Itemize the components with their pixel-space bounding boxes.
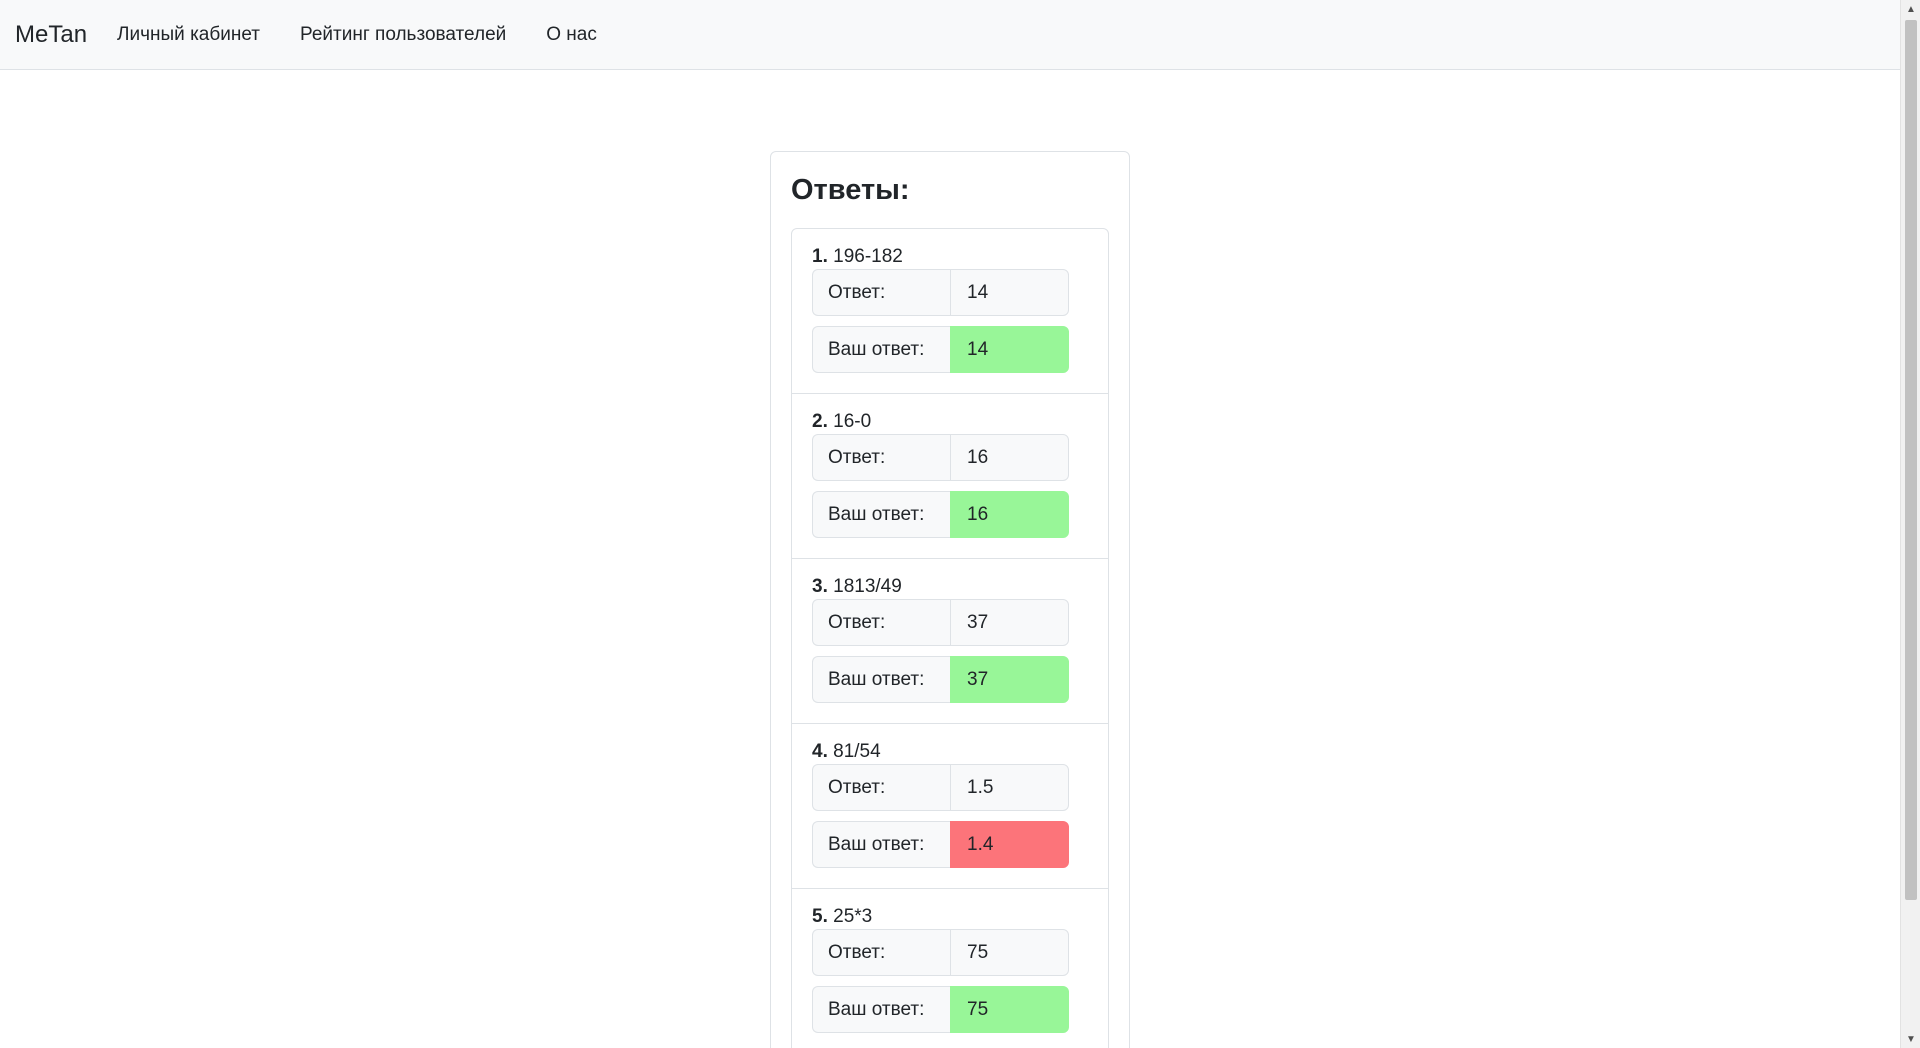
your-answer-value: 1.4 xyxy=(950,821,1069,868)
nav-link-rating[interactable]: Рейтинг пользователей xyxy=(300,24,506,46)
correct-answer-group: Ответ: 37 xyxy=(812,599,1069,646)
scroll-thumb[interactable] xyxy=(1905,20,1917,900)
question-number: 4. xyxy=(812,741,828,762)
brand-link[interactable]: MeTan xyxy=(15,21,87,49)
question-line: 3. 1813/49 xyxy=(812,575,1088,599)
question-number: 2. xyxy=(812,411,828,432)
question-number: 1. xyxy=(812,246,828,267)
question-text: 1813/49 xyxy=(833,576,902,597)
question-text: 81/54 xyxy=(833,741,881,762)
question-text: 196-182 xyxy=(833,246,903,267)
answer-value: 75 xyxy=(950,929,1069,976)
list-item: 3. 1813/49 Ответ: 37 Ваш ответ: 37 xyxy=(792,559,1108,724)
question-line: 1. 196-182 xyxy=(812,245,1088,269)
correct-answer-group: Ответ: 75 xyxy=(812,929,1069,976)
viewport: MeTan Личный кабинет Рейтинг пользовател… xyxy=(0,0,1920,1048)
your-answer-label: Ваш ответ: xyxy=(812,656,950,703)
answers-card: Ответы: 1. 196-182 Ответ: 14 Ваш ответ: … xyxy=(770,151,1130,1048)
answer-label: Ответ: xyxy=(812,269,950,316)
answer-value: 37 xyxy=(950,599,1069,646)
correct-answer-group: Ответ: 16 xyxy=(812,434,1069,481)
nav-link-profile[interactable]: Личный кабинет xyxy=(117,24,260,46)
scroll-up-arrow-icon[interactable]: ▲ xyxy=(1901,0,1920,18)
your-answer-label: Ваш ответ: xyxy=(812,821,950,868)
answer-label: Ответ: xyxy=(812,599,950,646)
your-answer-group: Ваш ответ: 16 xyxy=(812,491,1069,538)
answer-value: 14 xyxy=(950,269,1069,316)
your-answer-value: 37 xyxy=(950,656,1069,703)
correct-answer-group: Ответ: 14 xyxy=(812,269,1069,316)
your-answer-group: Ваш ответ: 75 xyxy=(812,986,1069,1033)
answer-value: 1.5 xyxy=(950,764,1069,811)
list-item: 5. 25*3 Ответ: 75 Ваш ответ: 75 xyxy=(792,889,1108,1048)
your-answer-value: 16 xyxy=(950,491,1069,538)
answer-label: Ответ: xyxy=(812,434,950,481)
list-item: 1. 196-182 Ответ: 14 Ваш ответ: 14 xyxy=(792,229,1108,394)
question-text: 25*3 xyxy=(833,906,873,927)
navbar: MeTan Личный кабинет Рейтинг пользовател… xyxy=(0,0,1900,70)
vertical-scrollbar[interactable]: ▲ ▼ xyxy=(1900,0,1920,1048)
your-answer-label: Ваш ответ: xyxy=(812,326,950,373)
question-line: 4. 81/54 xyxy=(812,740,1088,764)
your-answer-value: 14 xyxy=(950,326,1069,373)
scroll-down-arrow-icon[interactable]: ▼ xyxy=(1901,1030,1920,1048)
answers-list: 1. 196-182 Ответ: 14 Ваш ответ: 14 2. 16… xyxy=(791,228,1109,1048)
question-number: 5. xyxy=(812,906,828,927)
list-item: 2. 16-0 Ответ: 16 Ваш ответ: 16 xyxy=(792,394,1108,559)
nav-links: Личный кабинет Рейтинг пользователей О н… xyxy=(117,24,597,46)
question-number: 3. xyxy=(812,576,828,597)
question-text: 16-0 xyxy=(833,411,872,432)
your-answer-group: Ваш ответ: 37 xyxy=(812,656,1069,703)
question-line: 2. 16-0 xyxy=(812,410,1088,434)
question-line: 5. 25*3 xyxy=(812,905,1088,929)
correct-answer-group: Ответ: 1.5 xyxy=(812,764,1069,811)
list-item: 4. 81/54 Ответ: 1.5 Ваш ответ: 1.4 xyxy=(792,724,1108,889)
nav-link-about[interactable]: О нас xyxy=(546,24,597,46)
card-title: Ответы: xyxy=(791,174,910,206)
answer-label: Ответ: xyxy=(812,764,950,811)
your-answer-label: Ваш ответ: xyxy=(812,491,950,538)
your-answer-value: 75 xyxy=(950,986,1069,1033)
your-answer-label: Ваш ответ: xyxy=(812,986,950,1033)
answer-value: 16 xyxy=(950,434,1069,481)
your-answer-group: Ваш ответ: 1.4 xyxy=(812,821,1069,868)
your-answer-group: Ваш ответ: 14 xyxy=(812,326,1069,373)
answer-label: Ответ: xyxy=(812,929,950,976)
